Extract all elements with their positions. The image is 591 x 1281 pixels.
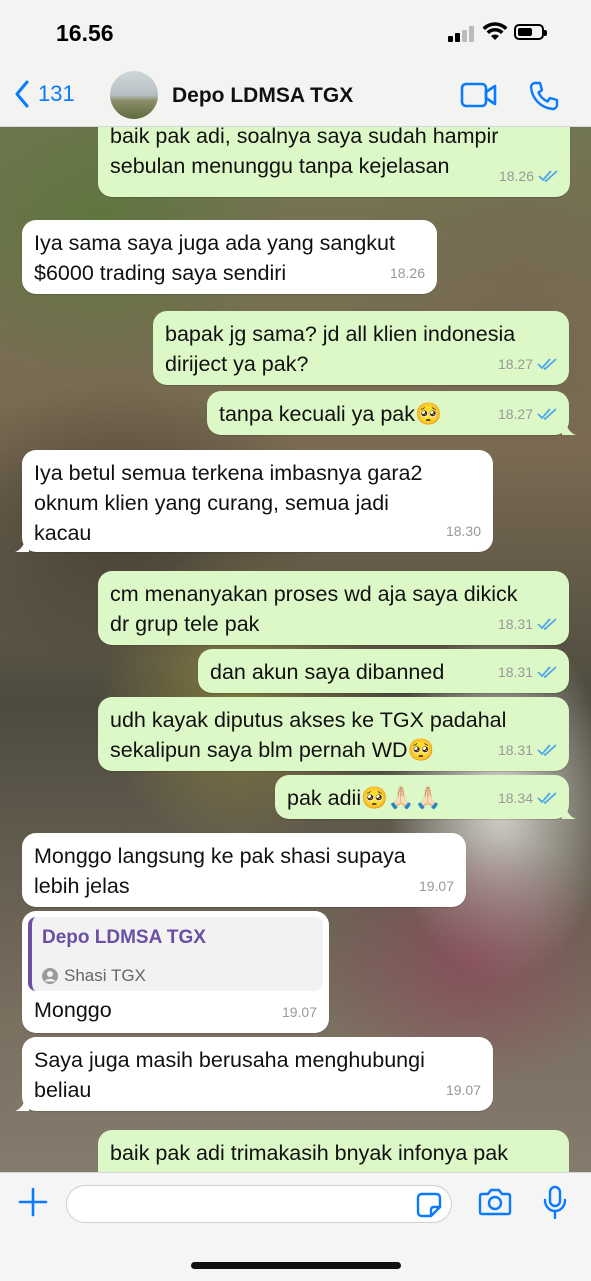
message-time: 18.34 xyxy=(497,790,533,806)
message-text: baik pak adi, soalnya saya sudah hampir … xyxy=(110,127,499,178)
read-ticks-icon xyxy=(537,618,557,630)
home-indicator xyxy=(191,1262,401,1269)
message-incoming[interactable]: Monggo langsung ke pak shasi supaya lebi… xyxy=(22,833,466,907)
message-time: 18.26 xyxy=(389,265,425,281)
message-time: 18.31 xyxy=(497,742,533,758)
message-text: Iya betul semua terkena imbasnya gara2 o… xyxy=(34,461,423,545)
microphone-icon[interactable] xyxy=(542,1185,568,1221)
message-time: 18.27 xyxy=(497,406,533,422)
quoted-sender: Depo LDMSA TGX xyxy=(42,927,206,948)
message-outgoing[interactable]: baik pak adi, soalnya saya sudah hampir … xyxy=(98,127,570,197)
read-ticks-icon xyxy=(537,666,557,678)
compose-bar xyxy=(0,1172,591,1281)
message-text: Saya juga masih berusaha menghubungi bel… xyxy=(34,1048,425,1102)
message-outgoing[interactable]: udh kayak diputus akses ke TGX padahal s… xyxy=(98,697,569,771)
message-text: Monggo xyxy=(34,998,112,1022)
read-ticks-icon xyxy=(537,408,557,420)
bubble-tail xyxy=(562,805,576,819)
message-outgoing[interactable]: tanpa kecuali ya pak🥺 18.27 xyxy=(207,391,576,435)
back-chevron-icon xyxy=(15,80,29,108)
contact-name[interactable]: Depo LDMSA TGX xyxy=(172,84,353,108)
battery-icon xyxy=(514,24,547,40)
message-outgoing[interactable]: dan akun saya dibanned 18.31 xyxy=(198,649,569,693)
message-time: 18.30 xyxy=(445,523,481,539)
read-ticks-icon xyxy=(537,792,557,804)
message-list[interactable]: baik pak adi, soalnya saya sudah hampir … xyxy=(0,127,591,1172)
phone-icon[interactable] xyxy=(528,80,560,112)
back-button[interactable]: 131 xyxy=(14,80,75,108)
message-text: baik pak adi trimakasih bnyak infonya pa… xyxy=(110,1141,508,1165)
quoted-contact-name: Shasi TGX xyxy=(64,966,146,985)
message-outgoing[interactable]: pak adii🥺🙏🏻🙏🏻 18.34 xyxy=(275,775,576,819)
message-text: Monggo langsung ke pak shasi supaya lebi… xyxy=(34,844,406,898)
unread-count: 131 xyxy=(38,81,75,106)
sticker-icon[interactable] xyxy=(416,1192,442,1218)
message-input[interactable] xyxy=(66,1185,452,1223)
message-time: 18.26 xyxy=(498,168,534,184)
message-incoming-reply[interactable]: Depo LDMSA TGX Shasi TGX Monggo 19.07 xyxy=(22,911,329,1033)
contact-icon xyxy=(42,968,58,984)
quoted-message[interactable]: Depo LDMSA TGX Shasi TGX xyxy=(28,917,323,991)
bubble-tail xyxy=(15,538,29,552)
read-ticks-icon xyxy=(538,170,558,182)
message-text: Iya sama saya juga ada yang sangkut $600… xyxy=(34,231,395,285)
message-incoming[interactable]: Iya betul semua terkena imbasnya gara2 o… xyxy=(15,450,493,552)
message-outgoing[interactable]: baik pak adi trimakasih bnyak infonya pa… xyxy=(98,1130,569,1172)
contact-avatar[interactable] xyxy=(110,71,158,119)
message-outgoing[interactable]: bapak jg sama? jd all klien indonesia di… xyxy=(153,311,569,385)
bubble-tail xyxy=(15,1097,29,1111)
cellular-signal-icon xyxy=(448,26,474,42)
read-ticks-icon xyxy=(537,358,557,370)
read-ticks-icon xyxy=(537,744,557,756)
chat-header: 131 Depo LDMSA TGX xyxy=(0,64,591,127)
status-time: 16.56 xyxy=(56,20,114,46)
status-bar: 16.56 xyxy=(0,0,591,64)
wifi-icon xyxy=(482,22,508,40)
message-incoming[interactable]: Iya sama saya juga ada yang sangkut $600… xyxy=(22,220,437,294)
message-outgoing[interactable]: cm menanyakan proses wd aja saya dikick … xyxy=(98,571,569,645)
message-time: 19.07 xyxy=(281,1004,317,1020)
message-text: udh kayak diputus akses ke TGX padahal s… xyxy=(110,708,507,762)
camera-icon[interactable] xyxy=(478,1187,512,1217)
bubble-tail xyxy=(562,421,576,435)
message-incoming[interactable]: Saya juga masih berusaha menghubungi bel… xyxy=(15,1037,493,1111)
message-time: 19.07 xyxy=(445,1082,481,1098)
video-call-icon[interactable] xyxy=(460,82,498,108)
message-time: 18.31 xyxy=(497,616,533,632)
plus-icon[interactable] xyxy=(18,1187,48,1217)
message-text: cm menanyakan proses wd aja saya dikick … xyxy=(110,582,518,636)
message-time: 18.31 xyxy=(497,664,533,680)
message-time: 19.07 xyxy=(418,878,454,894)
message-time: 18.27 xyxy=(497,356,533,372)
